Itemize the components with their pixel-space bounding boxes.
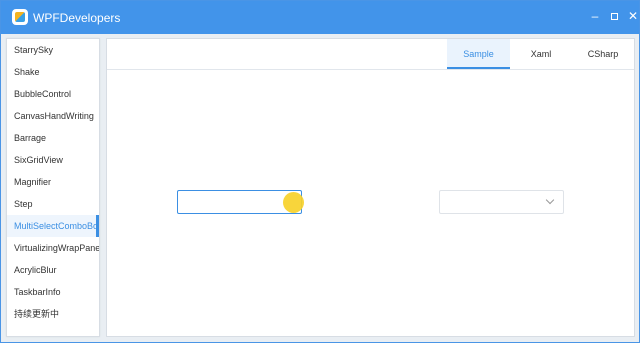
- close-button[interactable]: ✕: [624, 7, 640, 25]
- sidebar-item-shake[interactable]: Shake: [7, 61, 99, 83]
- tab-sample[interactable]: Sample: [447, 39, 510, 69]
- sidebar-item-virtualizingwrappanel[interactable]: VirtualizingWrapPanel: [7, 237, 99, 259]
- content-panel: Sample Xaml CSharp: [106, 38, 635, 337]
- sidebar-nav: StarrySky Shake BubbleControl CanvasHand…: [6, 38, 100, 337]
- sidebar-item-barrage[interactable]: Barrage: [7, 127, 99, 149]
- sidebar-item-step[interactable]: Step: [7, 193, 99, 215]
- app-window: WPFDevelopers – ✕ StarrySky Shake Bubble…: [0, 0, 640, 343]
- sidebar-item-canvashandwriting[interactable]: CanvasHandWriting: [7, 105, 99, 127]
- sidebar-item-multiselectcombobox[interactable]: MultiSelectComboBox: [7, 215, 99, 237]
- title-bar[interactable]: WPFDevelopers – ✕: [1, 1, 639, 34]
- chevron-down-icon[interactable]: [545, 195, 555, 205]
- sidebar-item-magnifier[interactable]: Magnifier: [7, 171, 99, 193]
- sidebar-item-bubblecontrol[interactable]: BubbleControl: [7, 83, 99, 105]
- maximize-button[interactable]: [605, 7, 623, 25]
- sidebar-item-sixgridview[interactable]: SixGridView: [7, 149, 99, 171]
- sidebar-item-more[interactable]: 持续更新中: [7, 303, 99, 325]
- minimize-button[interactable]: –: [586, 7, 604, 25]
- sidebar-item-taskbarinfo[interactable]: TaskbarInfo: [7, 281, 99, 303]
- app-logo-icon: [12, 9, 28, 25]
- tab-xaml[interactable]: Xaml: [510, 39, 572, 69]
- multi-select-combobox[interactable]: [439, 190, 564, 214]
- sidebar-item-acrylicblur[interactable]: AcrylicBlur: [7, 259, 99, 281]
- window-title: WPFDevelopers: [33, 11, 121, 25]
- mouse-cursor-highlight: [283, 192, 304, 213]
- tab-bar: Sample Xaml CSharp: [107, 39, 634, 70]
- maximize-icon: [610, 13, 618, 21]
- sidebar-item-starrysky[interactable]: StarrySky: [7, 39, 99, 61]
- tab-csharp[interactable]: CSharp: [572, 39, 634, 69]
